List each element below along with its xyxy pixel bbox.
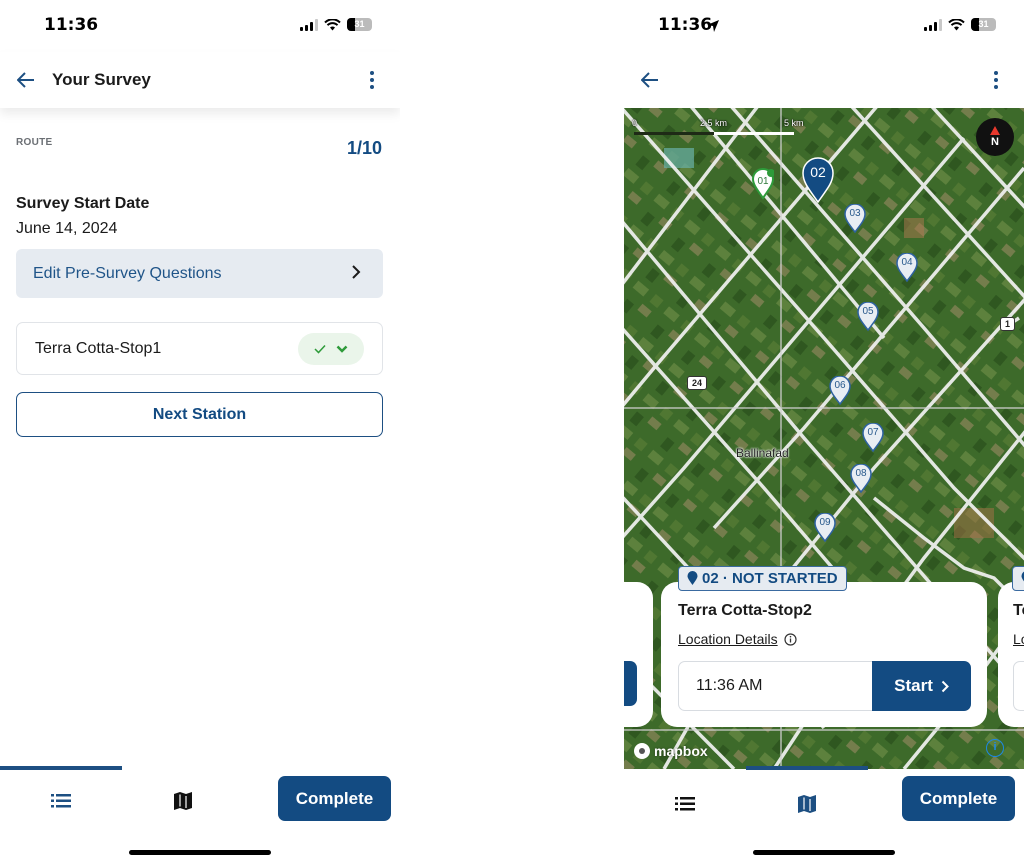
bottom-nav: Complete [0, 766, 400, 864]
place-label: Ballinafad [736, 446, 789, 460]
battery-icon: 31 [971, 18, 996, 31]
map-pin-03[interactable]: 03 [844, 203, 866, 234]
road-shield: 1 [1000, 317, 1016, 331]
map-pin-01[interactable]: 01 [751, 168, 775, 200]
station-card[interactable]: Terra Cotta-Stop2 Location Details 11:36… [661, 582, 987, 727]
more-options-button[interactable] [986, 68, 1006, 92]
station-card-next[interactable]: Te Lo [998, 582, 1024, 727]
map-pin-08[interactable]: 08 [850, 463, 872, 494]
chevron-down-icon[interactable] [336, 344, 348, 354]
tab-map[interactable] [777, 789, 837, 819]
map-pin-02-selected[interactable]: 02 [801, 156, 835, 204]
map-pin-09[interactable]: 09 [814, 512, 836, 543]
active-tab-indicator [0, 766, 122, 770]
status-bar: 11:36 31 [624, 0, 1024, 52]
compass-button[interactable]: N [976, 118, 1014, 156]
location-details-link[interactable]: Location Details [678, 631, 797, 647]
info-icon [784, 632, 797, 646]
route-label: ROUTE [16, 137, 53, 148]
app-bar: Your Survey [0, 52, 400, 108]
map-icon [174, 792, 192, 810]
active-tab-indicator [746, 766, 868, 770]
complete-button[interactable]: Complete [902, 776, 1015, 821]
attribution-info-button[interactable]: i [986, 739, 1004, 757]
survey-start-date-value: June 14, 2024 [16, 220, 118, 237]
arrow-left-icon [641, 72, 658, 88]
status-time: 11:36 [44, 15, 99, 35]
app-bar [624, 52, 1024, 108]
chevron-right-icon [352, 265, 361, 279]
station-card-previous[interactable] [624, 582, 653, 727]
location-arrow-icon [707, 20, 719, 32]
complete-button[interactable]: Complete [278, 776, 391, 821]
stop-completed-badge [298, 333, 364, 365]
cellular-signal-icon [924, 18, 942, 31]
route-progress: 1/10 [346, 138, 382, 158]
stop-name: Terra Cotta-Stop1 [35, 339, 162, 357]
mapbox-logo: mapbox [634, 743, 708, 759]
location-pin-icon [687, 571, 698, 585]
next-station-button[interactable]: Next Station [16, 392, 383, 437]
compass-north-icon [990, 126, 1000, 135]
arrow-left-icon [17, 72, 34, 88]
survey-map-screen: 11:36 31 0 2.5 km 5 km N 24 1 Ballinafad… [624, 0, 1024, 864]
list-icon [675, 797, 695, 811]
tab-list[interactable] [31, 786, 91, 816]
back-button[interactable] [624, 52, 676, 108]
start-button-previous[interactable] [624, 661, 637, 706]
map-scale-bar: 0 2.5 km 5 km [630, 118, 810, 138]
mapbox-logo-icon [634, 743, 650, 759]
cellular-signal-icon [300, 18, 318, 31]
survey-list-screen: 11:36 31 Your Survey ROUTE 1/10 Survey S… [0, 0, 400, 864]
home-indicator [129, 850, 271, 855]
back-button[interactable] [0, 52, 52, 108]
map-pin-05[interactable]: 05 [857, 301, 879, 332]
edit-pre-survey-label: Edit Pre-Survey Questions [33, 264, 222, 282]
station-title: Terra Cotta-Stop2 [678, 602, 812, 619]
page-title: Your Survey [52, 70, 151, 89]
battery-icon: 31 [347, 18, 372, 31]
more-options-button[interactable] [362, 68, 382, 92]
status-bar: 11:36 31 [0, 0, 400, 52]
bottom-nav: Complete [624, 766, 1024, 864]
wifi-icon [948, 18, 965, 30]
map-pin-04[interactable]: 04 [896, 252, 918, 283]
tab-list[interactable] [655, 789, 715, 819]
stop-list-item[interactable]: Terra Cotta-Stop1 [16, 322, 383, 375]
home-indicator [753, 850, 895, 855]
start-time-field[interactable]: 11:36 AM [678, 661, 873, 711]
survey-start-date-label: Survey Start Date [16, 195, 150, 212]
tab-map[interactable] [153, 786, 213, 816]
station-status-pill: 02 · NOT STARTED [678, 566, 847, 591]
map-pin-06[interactable]: 06 [829, 375, 851, 406]
station-status-pill-next [1012, 566, 1024, 591]
wifi-icon [324, 18, 341, 30]
list-icon [51, 794, 71, 808]
check-icon [314, 344, 326, 354]
map-icon [798, 795, 816, 813]
edit-pre-survey-questions-button[interactable]: Edit Pre-Survey Questions [16, 249, 383, 298]
map-pin-07[interactable]: 07 [862, 422, 884, 453]
road-shield: 24 [687, 376, 708, 390]
map-view[interactable]: 0 2.5 km 5 km N 24 1 Ballinafad 01 02 03… [624, 108, 1024, 769]
start-button[interactable]: Start [872, 661, 971, 711]
status-time: 11:36 [658, 15, 713, 35]
chevron-right-icon [941, 680, 949, 692]
